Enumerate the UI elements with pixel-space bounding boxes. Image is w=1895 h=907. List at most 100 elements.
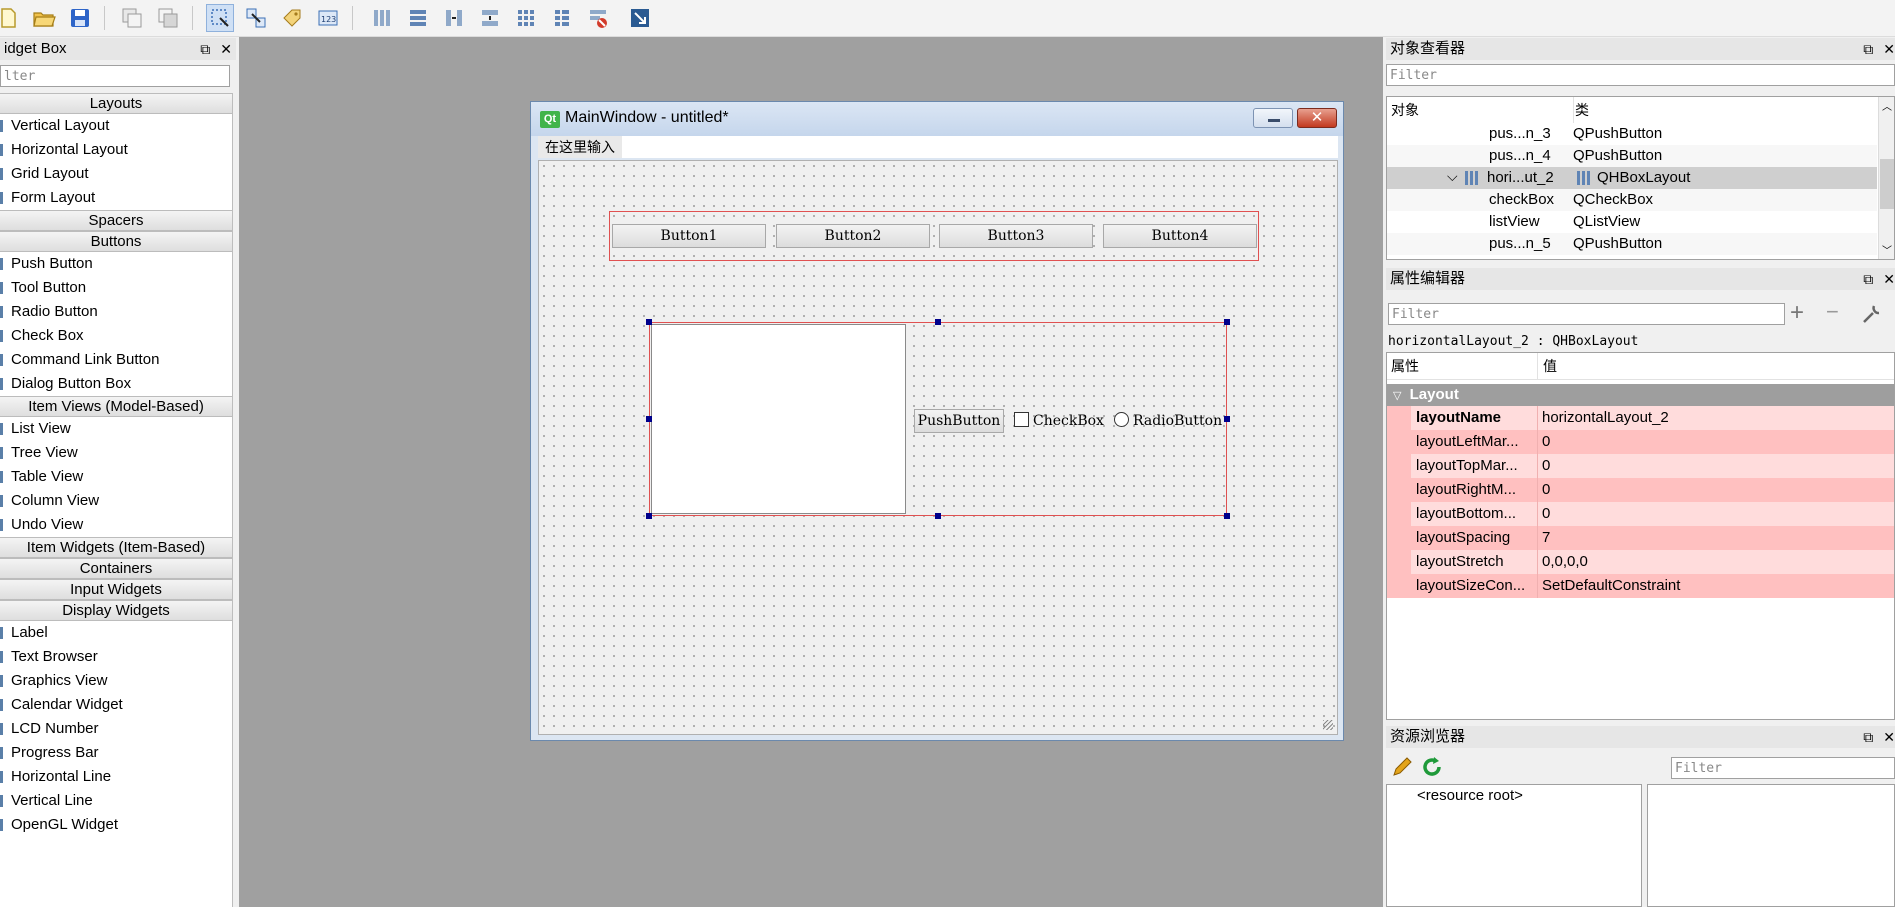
widget-item[interactable]: List View — [0, 417, 232, 441]
widget-item[interactable]: Grid Layout — [0, 162, 232, 186]
radio-button[interactable]: RadioButton — [1114, 411, 1222, 431]
edit-widgets-icon[interactable] — [206, 4, 234, 32]
property-value[interactable]: 0 — [1542, 478, 1550, 502]
property-row[interactable]: layoutStretch 0,0,0,0 — [1387, 550, 1894, 574]
property-value[interactable]: horizontalLayout_2 — [1542, 406, 1669, 430]
float-icon[interactable]: ⧉ — [1863, 41, 1873, 57]
property-value[interactable]: 0 — [1542, 502, 1550, 526]
property-row[interactable]: layoutTopMar... 0 — [1387, 454, 1894, 478]
check-box[interactable]: CheckBox — [1014, 411, 1104, 431]
button-2[interactable]: Button2 — [776, 224, 930, 248]
widget-category[interactable]: Input Widgets — [0, 579, 232, 600]
edit-resources-pencil-icon[interactable] — [1390, 755, 1414, 779]
close-icon[interactable]: ✕ — [220, 41, 232, 57]
widget-item[interactable]: Radio Button — [0, 300, 232, 324]
edit-signals-icon[interactable] — [242, 4, 270, 32]
new-file-icon[interactable] — [0, 4, 22, 32]
close-window-button[interactable]: ✕ — [1297, 108, 1337, 128]
property-value[interactable]: SetDefaultConstraint — [1542, 574, 1680, 598]
property-row[interactable]: layoutBottom... 0 — [1387, 502, 1894, 526]
widget-item[interactable]: LCD Number — [0, 717, 232, 741]
widget-item[interactable]: Undo View — [0, 513, 232, 537]
property-filter[interactable]: Filter — [1388, 303, 1785, 325]
save-icon[interactable] — [66, 4, 94, 32]
object-tree-row[interactable]: pus...n_4 QPushButton — [1387, 145, 1877, 167]
widget-item[interactable]: Label — [0, 621, 232, 645]
widget-item[interactable]: Tool Button — [0, 276, 232, 300]
object-tree-row[interactable]: ⌵ hori...ut_2 QHBoxLayout — [1387, 167, 1877, 189]
add-property-icon[interactable]: + — [1790, 301, 1804, 325]
widget-item[interactable]: Horizontal Layout — [0, 138, 232, 162]
widget-item[interactable]: Check Box — [0, 324, 232, 348]
widget-item[interactable]: Tree View — [0, 441, 232, 465]
object-tree-row[interactable]: pus...n_3 QPushButton — [1387, 123, 1877, 145]
widget-category[interactable]: Buttons — [0, 231, 232, 252]
window-titlebar[interactable]: Qt MainWindow - untitled* ✕ — [531, 102, 1343, 136]
widget-item[interactable]: Vertical Line — [0, 789, 232, 813]
property-value[interactable]: 0,0,0,0 — [1542, 550, 1588, 574]
widget-item[interactable]: OpenGL Widget — [0, 813, 232, 837]
close-icon[interactable]: ✕ — [1883, 41, 1895, 57]
widget-item[interactable]: Dialog Button Box — [0, 372, 232, 396]
resize-handle[interactable] — [646, 319, 652, 325]
widget-category[interactable]: Spacers — [0, 210, 232, 231]
edit-tab-order-icon[interactable]: 123 — [314, 4, 342, 32]
widget-category[interactable]: Layouts — [0, 93, 232, 114]
widget-item[interactable]: Form Layout — [0, 186, 232, 210]
object-tree-row[interactable]: checkBox QCheckBox — [1387, 189, 1877, 211]
property-row[interactable]: layoutRightM... 0 — [1387, 478, 1894, 502]
adjust-size-icon[interactable] — [626, 4, 654, 32]
push-button[interactable]: PushButton — [914, 409, 1004, 433]
widget-category[interactable]: Display Widgets — [0, 600, 232, 621]
widget-item[interactable]: Text Browser — [0, 645, 232, 669]
widget-box-filter[interactable]: lter — [0, 65, 230, 87]
resource-root-item[interactable]: <resource root> — [1417, 787, 1523, 804]
widget-category[interactable]: Containers — [0, 558, 232, 579]
object-tree-row[interactable]: pus...n_5 QPushButton — [1387, 233, 1877, 255]
object-inspector-filter[interactable]: Filter — [1386, 64, 1895, 86]
property-row[interactable]: layoutSpacing 7 — [1387, 526, 1894, 550]
designer-main-window[interactable]: Qt MainWindow - untitled* ✕ 在这里输入 Button… — [530, 101, 1344, 741]
reload-icon[interactable] — [1420, 755, 1444, 779]
float-icon[interactable]: ⧉ — [1863, 271, 1873, 287]
property-row[interactable]: layoutName horizontalLayout_2 — [1387, 406, 1894, 430]
resize-handle[interactable] — [1224, 319, 1230, 325]
horizontal-layout-1[interactable]: Button1 Button2 Button3 Button4 — [609, 211, 1259, 261]
resize-handle[interactable] — [1224, 416, 1230, 422]
expand-arrow-icon[interactable]: ⌵ — [1447, 165, 1458, 187]
object-tree-scrollbar[interactable]: ︿ ﹀ — [1878, 97, 1894, 259]
float-icon[interactable]: ⧉ — [200, 41, 210, 57]
copy-window-icon[interactable] — [118, 4, 146, 32]
minimize-button[interactable] — [1253, 108, 1293, 128]
list-view[interactable] — [651, 324, 906, 514]
widget-category[interactable]: Item Widgets (Item-Based) — [0, 537, 232, 558]
widget-item[interactable]: Table View — [0, 465, 232, 489]
close-icon[interactable]: ✕ — [1883, 729, 1895, 745]
property-value[interactable]: 0 — [1542, 430, 1550, 454]
property-row[interactable]: layoutLeftMar... 0 — [1387, 430, 1894, 454]
configure-wrench-icon[interactable] — [1860, 302, 1884, 326]
break-layout-icon[interactable] — [584, 4, 612, 32]
widget-item[interactable]: Vertical Layout — [0, 114, 232, 138]
property-value[interactable]: 7 — [1542, 526, 1550, 550]
horizontal-layout-2[interactable]: PushButton CheckBox RadioButton — [649, 322, 1227, 516]
widget-item[interactable]: Calendar Widget — [0, 693, 232, 717]
resize-handle[interactable] — [935, 319, 941, 325]
property-value[interactable]: 0 — [1542, 454, 1550, 478]
remove-property-icon[interactable]: − — [1826, 300, 1839, 324]
widget-item[interactable]: Command Link Button — [0, 348, 232, 372]
button-4[interactable]: Button4 — [1103, 224, 1257, 248]
close-icon[interactable]: ✕ — [1883, 271, 1895, 287]
size-grip-icon[interactable] — [1323, 720, 1333, 730]
layout-h-splitter-icon[interactable] — [440, 4, 468, 32]
resource-filter[interactable]: Filter — [1671, 757, 1895, 779]
widget-item[interactable]: Graphics View — [0, 669, 232, 693]
property-group-layout[interactable]: ▽ Layout — [1387, 384, 1894, 406]
paste-window-icon[interactable] — [154, 4, 182, 32]
layout-vertical-icon[interactable] — [404, 4, 432, 32]
widget-category[interactable]: Item Views (Model-Based) — [0, 396, 232, 417]
widget-item[interactable]: Progress Bar — [0, 741, 232, 765]
menu-type-here[interactable]: 在这里输入 — [538, 136, 622, 158]
object-tree-row[interactable]: listView QListView — [1387, 211, 1877, 233]
widget-item[interactable]: Horizontal Line — [0, 765, 232, 789]
